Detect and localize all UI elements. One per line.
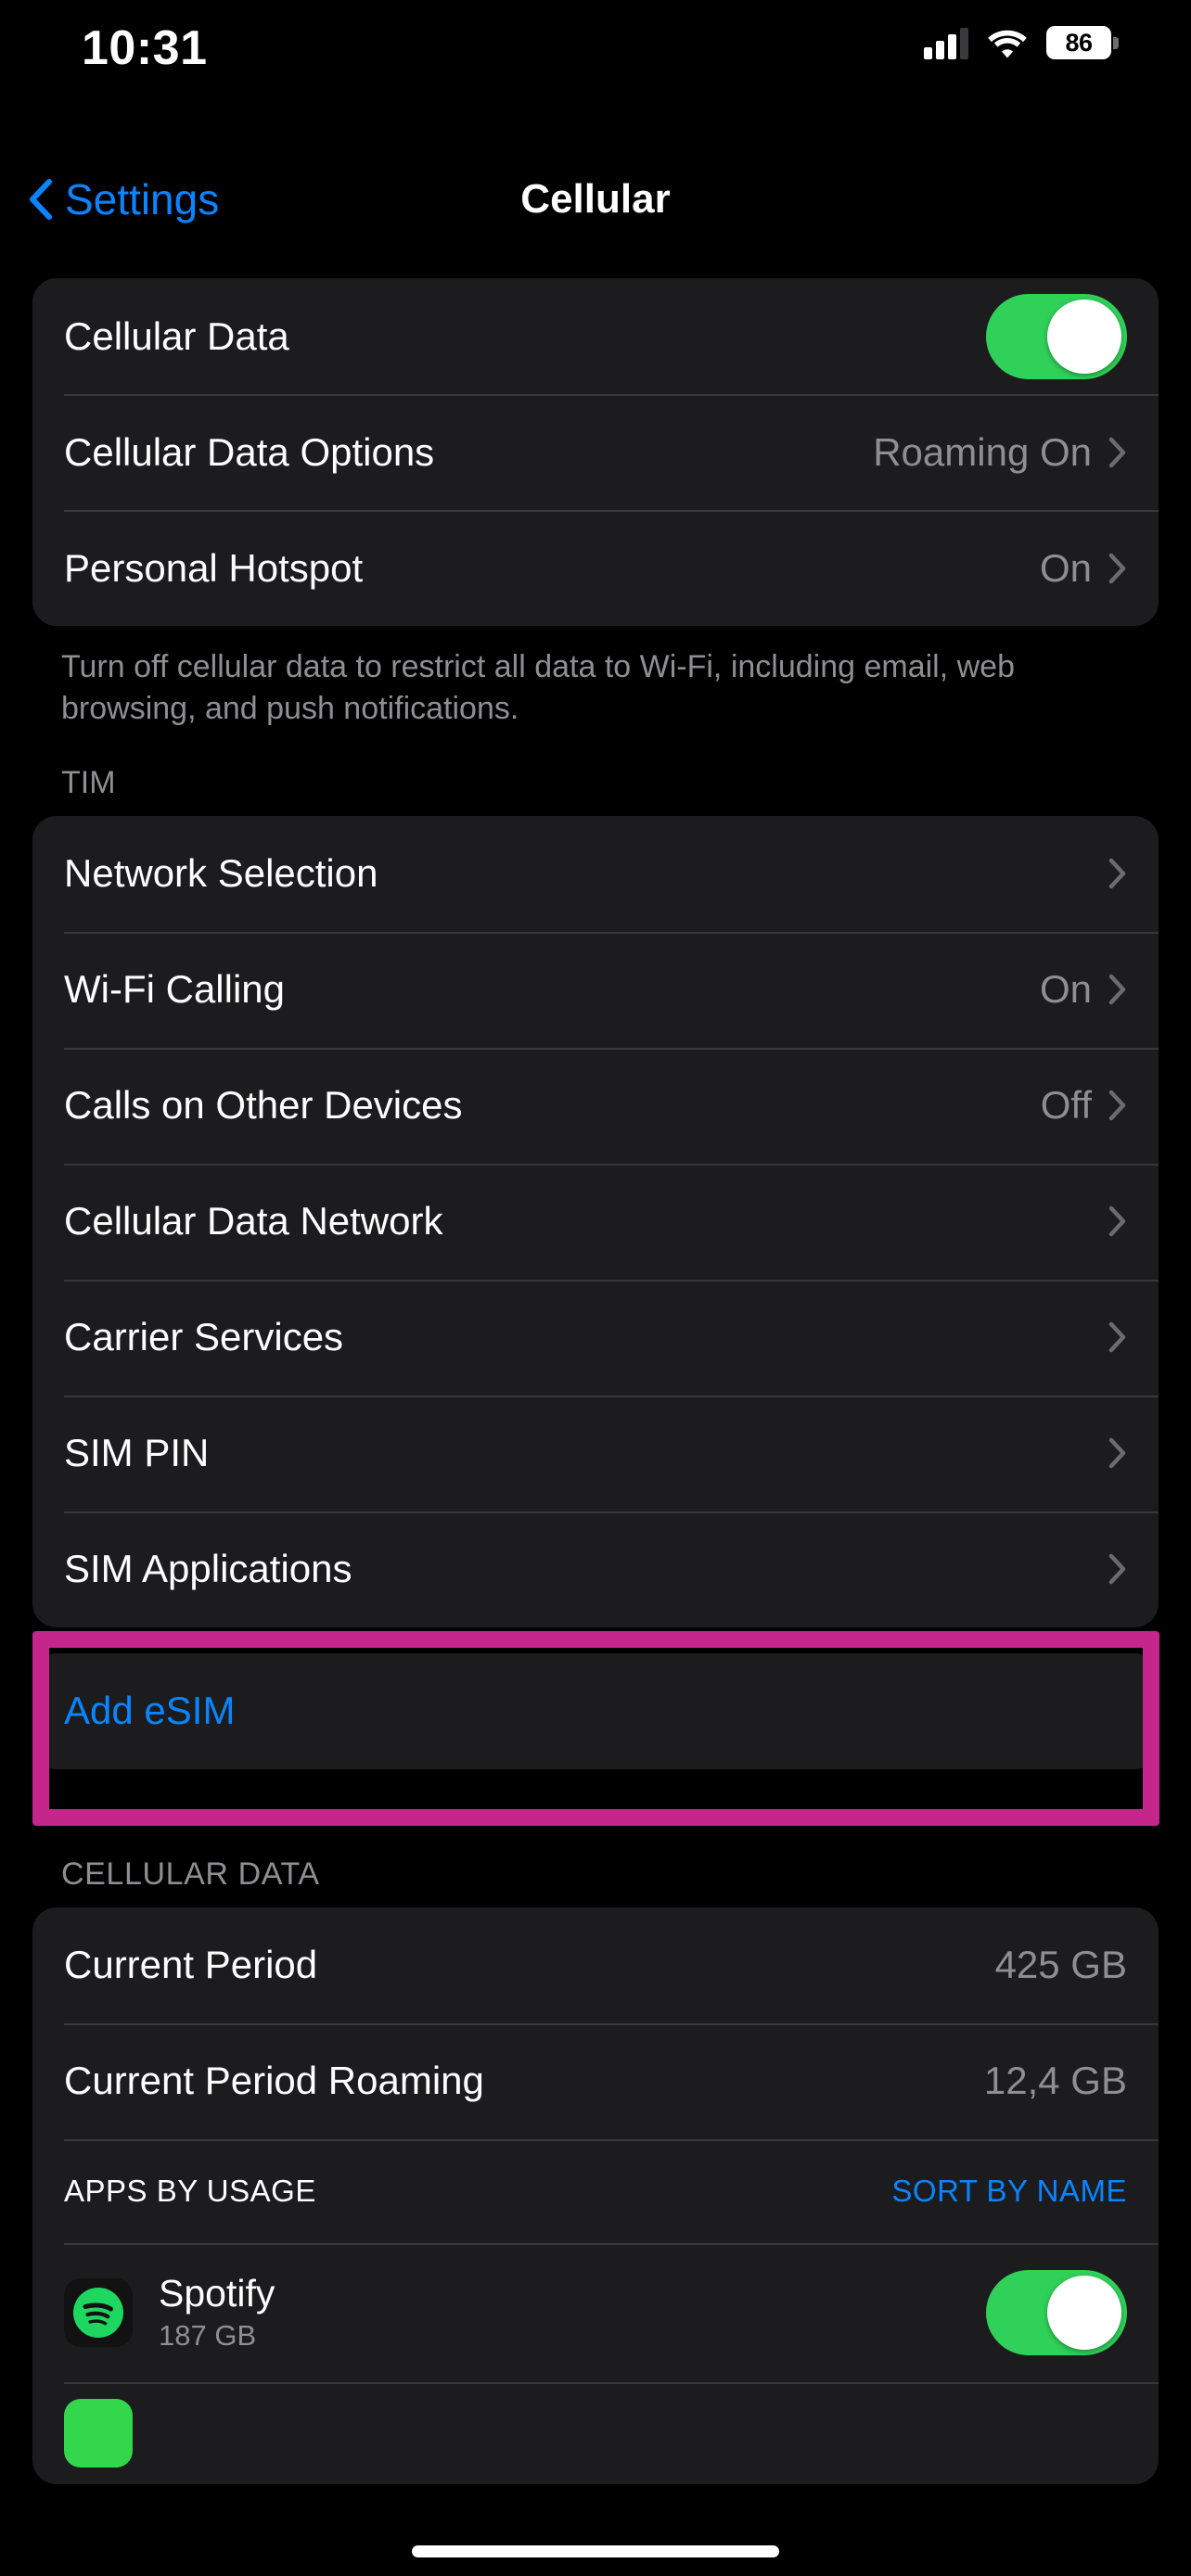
row-label: SIM Applications [64, 1547, 1108, 1591]
status-bar: 10:31 86 [0, 0, 1191, 109]
row-value: On [1040, 967, 1092, 1012]
chevron-right-icon [1108, 1090, 1127, 1121]
row-carrier-services[interactable]: Carrier Services [32, 1280, 1159, 1396]
row-label: Wi-Fi Calling [64, 967, 1040, 1012]
app-usage: 187 GB [159, 2319, 986, 2353]
row-personal-hotspot[interactable]: Personal Hotspot On [32, 510, 1159, 626]
carrier-group: Network Selection Wi-Fi Calling On Calls… [32, 816, 1159, 1627]
page-title: Cellular [0, 158, 1191, 241]
row-sim-pin[interactable]: SIM PIN [32, 1396, 1159, 1511]
chevron-right-icon [1108, 974, 1127, 1005]
app-name: Spotify [159, 2272, 986, 2315]
row-value: Off [1041, 1083, 1092, 1128]
spotify-cellular-toggle[interactable] [986, 2270, 1127, 2355]
row-label: SIM PIN [64, 1431, 1108, 1475]
navigation-bar: Settings Cellular [0, 158, 1191, 241]
row-label: Carrier Services [64, 1315, 1108, 1359]
cellular-data-group: Cellular Data Cellular Data Options Roam… [32, 278, 1159, 626]
row-cellular-data-options[interactable]: Cellular Data Options Roaming On [32, 394, 1159, 510]
carrier-group-header: TIM [61, 765, 1191, 801]
row-sim-applications[interactable]: SIM Applications [32, 1511, 1159, 1627]
row-value: 425 GB [995, 1943, 1127, 1987]
chevron-right-icon [1108, 1553, 1127, 1585]
row-label: Cellular Data [64, 314, 986, 359]
app-row-spotify[interactable]: Spotify 187 GB [32, 2243, 1159, 2382]
battery-icon: 86 [1046, 26, 1119, 59]
settings-scroll-view[interactable]: Cellular Data Cellular Data Options Roam… [0, 278, 1191, 2484]
row-value: On [1040, 546, 1092, 591]
app-text-block: Spotify 187 GB [159, 2272, 986, 2353]
row-label: Calls on Other Devices [64, 1083, 1041, 1128]
add-esim-button[interactable]: Add eSIM [32, 1653, 1159, 1769]
app-row-next-partial[interactable] [32, 2382, 1159, 2484]
cellular-data-usage-header: CELLULAR DATA [61, 1856, 1191, 1893]
row-wifi-calling[interactable]: Wi-Fi Calling On [32, 932, 1159, 1048]
row-cellular-data[interactable]: Cellular Data [32, 278, 1159, 394]
add-esim-label: Add eSIM [64, 1689, 1127, 1733]
chevron-right-icon [1108, 1321, 1127, 1353]
app-icon-partial [64, 2399, 133, 2468]
chevron-right-icon [1108, 1437, 1127, 1469]
sort-by-name-button[interactable]: SORT BY NAME [891, 2174, 1127, 2209]
chevron-right-icon [1108, 553, 1127, 584]
apps-by-usage-header-row: APPS BY USAGE SORT BY NAME [32, 2139, 1159, 2243]
row-calls-on-other-devices[interactable]: Calls on Other Devices Off [32, 1048, 1159, 1164]
chevron-right-icon [1108, 1205, 1127, 1237]
row-label: Current Period Roaming [64, 2059, 984, 2103]
row-current-period-roaming[interactable]: Current Period Roaming 12,4 GB [32, 2023, 1159, 2139]
status-bar-clock: 10:31 [82, 20, 208, 76]
row-value: Roaming On [873, 430, 1092, 475]
row-label: Network Selection [64, 851, 1108, 896]
row-cellular-data-network[interactable]: Cellular Data Network [32, 1164, 1159, 1280]
row-label: Personal Hotspot [64, 546, 1040, 591]
row-value: 12,4 GB [984, 2059, 1127, 2103]
add-esim-card: Add eSIM [32, 1653, 1159, 1769]
status-bar-indicators: 86 [924, 26, 1119, 59]
row-network-selection[interactable]: Network Selection [32, 816, 1159, 932]
cellular-data-usage-group: Current Period 425 GB Current Period Roa… [32, 1907, 1159, 2484]
iphone-screen: 10:31 86 [0, 0, 1191, 2576]
battery-percent-label: 86 [1065, 29, 1092, 57]
cellular-data-footnote: Turn off cellular data to restrict all d… [61, 646, 1130, 730]
cellular-signal-icon [924, 26, 968, 59]
row-current-period[interactable]: Current Period 425 GB [32, 1907, 1159, 2023]
row-label: Cellular Data Network [64, 1199, 1108, 1243]
row-label: Cellular Data Options [64, 430, 873, 475]
wifi-icon [987, 27, 1028, 58]
chevron-right-icon [1108, 437, 1127, 468]
add-esim-section: Add eSIM [0, 1653, 1191, 1769]
cellular-data-toggle[interactable] [986, 294, 1127, 379]
home-indicator [412, 2545, 779, 2557]
spotify-icon [64, 2278, 133, 2347]
chevron-right-icon [1108, 858, 1127, 889]
row-label: Current Period [64, 1943, 995, 1987]
apps-by-usage-label: APPS BY USAGE [64, 2174, 891, 2209]
